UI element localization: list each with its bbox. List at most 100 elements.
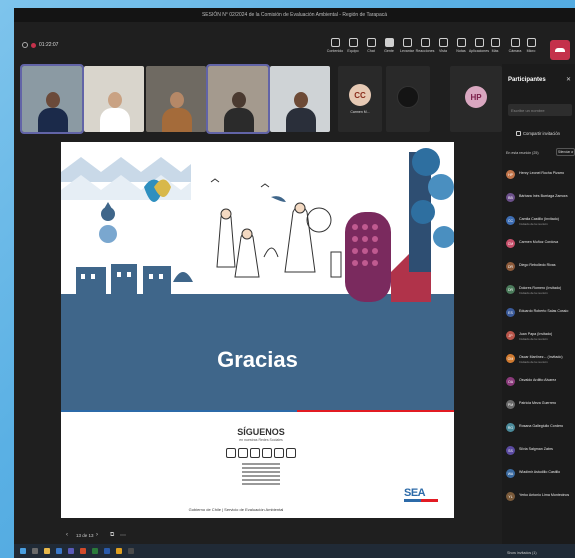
folder-icon[interactable]	[44, 548, 50, 554]
close-icon[interactable]: ✕	[566, 76, 571, 83]
participant-name: Osvaldo Arditto Alvarez	[519, 378, 557, 382]
word-icon[interactable]	[104, 548, 110, 554]
participant-list-item[interactable]: SS Silvia Salgman Zabrs	[506, 444, 575, 467]
meeting-toolbar: 01:22:07 Contenido Equipo Chat Gente Levanta…	[14, 22, 575, 62]
participant-name: Eduardo Roberto Salas Cossio	[519, 309, 569, 313]
screen-share-icon	[330, 38, 340, 47]
participant-list-item[interactable]: CM Carmen Muñoz Cordova	[506, 237, 575, 260]
avatar	[397, 86, 419, 108]
powerpoint-icon[interactable]	[80, 548, 86, 554]
person-figure	[286, 92, 316, 132]
avatar: DR	[506, 285, 515, 294]
next-slide-icon[interactable]: ›	[96, 532, 98, 538]
participant-list-item[interactable]: WA Wladimir Astudillo Castillo	[506, 467, 575, 490]
participant-video[interactable]	[20, 64, 84, 134]
search-taskbar-icon[interactable]	[32, 548, 38, 554]
show-invited-toggle[interactable]: Show invitados (1)	[507, 551, 537, 555]
sea-logo: SEA	[404, 487, 444, 511]
person-figure	[100, 92, 130, 132]
participant-list-item[interactable]: JP Juan Papa (Invitado) Invitado de la reu…	[506, 329, 575, 352]
chat-icon	[366, 38, 376, 47]
participant-search-input[interactable]: Escribe un nombre	[508, 104, 572, 116]
people-icon	[348, 38, 358, 47]
window-title: SESIÓN N° 02/2024 de la Comisión de Eval…	[201, 12, 388, 18]
contact-lines	[201, 463, 321, 485]
toolbar-button-label: Vista	[439, 49, 447, 53]
avatar: HP	[465, 86, 487, 108]
toolbar-button-label: Chat	[367, 49, 375, 53]
participant-name: Oscar Martínez... (Invitado)	[519, 355, 563, 359]
popout-icon[interactable]: ⧉	[110, 532, 114, 539]
mic-icon	[526, 38, 536, 47]
sea-logo-text: SEA	[404, 487, 426, 499]
start-icon[interactable]	[20, 548, 26, 554]
participant-list-item[interactable]: BB Bárbara Inés Burriaga Zamora	[506, 191, 575, 214]
participant-list-item[interactable]: OA Osvaldo Arditto Alvarez	[506, 375, 575, 398]
participant-role: Invitado de la reunión	[519, 360, 548, 364]
avatar: BB	[506, 193, 515, 202]
teams-icon[interactable]	[68, 548, 74, 554]
toolbar-button-label: Notas	[456, 49, 466, 53]
mute-all-button[interactable]: Silenciar a todos	[556, 148, 575, 156]
toolbar-micro-button[interactable]: Micro	[519, 38, 543, 64]
participant-list-item[interactable]: CC Camila Castillo (Invitado) Invitado de …	[506, 214, 575, 237]
participant-role: Invitado de la reunión	[519, 337, 548, 341]
participants-panel: Participantes ✕ Escribe un nombre Compar…	[502, 64, 575, 555]
excel-icon[interactable]	[92, 548, 98, 554]
participant-video[interactable]	[206, 64, 270, 134]
previous-slide-icon[interactable]: ‹	[66, 532, 68, 538]
raise-hand-icon	[402, 38, 412, 47]
social-section: SÍGUENOS en nuestras Redes Sociales	[201, 427, 321, 485]
participant-video[interactable]	[270, 66, 330, 132]
participant-video[interactable]	[84, 66, 144, 132]
video-strip: CC Carmen M... HP	[18, 64, 502, 134]
toolbar-button-label: Levantar	[400, 49, 414, 53]
participant-list-item[interactable]: OM Oscar Martínez... (Invitado) Invitado d…	[506, 352, 575, 375]
x-icon	[274, 448, 284, 458]
follow-heading: SÍGUENOS	[237, 427, 285, 437]
participant-role: Invitado de la reunión	[519, 222, 548, 226]
slide-title: Gracias	[217, 347, 298, 372]
participant-list-item[interactable]: DR Dolores Romero (Invitado) Invitado de l…	[506, 283, 575, 306]
participant-list-item[interactable]: ES Eduardo Roberto Salas Cossio	[506, 306, 575, 329]
participant-list: HP Henry Leonel Rocha Pizarro BB Bárbara In…	[506, 168, 575, 513]
social-icons	[201, 448, 321, 458]
participant-name: Juan Papa (Invitado)	[519, 332, 553, 336]
participant-role: Invitado de la reunión	[519, 291, 548, 295]
share-invite-label: Compartir invitación	[523, 130, 561, 136]
participant-video[interactable]	[146, 66, 206, 132]
avatar: HP	[506, 170, 515, 179]
chrome-icon[interactable]	[116, 548, 122, 554]
participant-tile[interactable]: HP	[450, 66, 502, 132]
toolbar-button-label: Gente	[384, 49, 394, 53]
view-icon	[438, 38, 448, 47]
participant-list-item[interactable]: PM Patricia Meza Guerrero	[506, 398, 575, 421]
share-invite-button[interactable]: Compartir invitación	[516, 128, 568, 138]
panel-title: Participantes	[508, 77, 546, 83]
participant-tile[interactable]	[386, 66, 430, 132]
participant-list-item[interactable]: HP Henry Leonel Rocha Pizarro	[506, 168, 575, 191]
participant-name: Dolores Romero (Invitado)	[519, 286, 562, 290]
in-meeting-section[interactable]: En esta reunión (25)	[506, 151, 539, 155]
app-icon[interactable]	[128, 548, 134, 554]
participant-list-item[interactable]: YL Yerko Antonio Lima Montecinos	[506, 490, 575, 513]
share-icon	[516, 130, 521, 136]
sea-logo-bar	[404, 499, 438, 502]
participant-list-item[interactable]: DR Diego Rebolledo Rivas	[506, 260, 575, 283]
recording-indicator: 01:22:07	[22, 42, 58, 48]
facebook-icon	[262, 448, 272, 458]
edge-icon[interactable]	[56, 548, 62, 554]
participant-list-item[interactable]: RG Rosana Gallegiullo Cordero	[506, 421, 575, 444]
window-titlebar: SESIÓN N° 02/2024 de la Comisión de Eval…	[14, 8, 575, 22]
participant-name: Camila Castillo (Invitado)	[519, 217, 559, 221]
linkedin-icon	[250, 448, 260, 458]
leave-button[interactable]	[550, 40, 570, 60]
record-dot-icon	[31, 42, 36, 48]
participant-tile[interactable]: CC Carmen M...	[338, 66, 382, 132]
more-options-icon[interactable]: ⋯	[120, 532, 126, 539]
avatar: PM	[506, 400, 515, 409]
notes-icon	[456, 38, 466, 47]
toolbar-button-label: Equipo	[347, 49, 359, 53]
avatar: YL	[506, 492, 515, 501]
participant-name: Carmen Muñoz Cordova	[519, 240, 559, 244]
